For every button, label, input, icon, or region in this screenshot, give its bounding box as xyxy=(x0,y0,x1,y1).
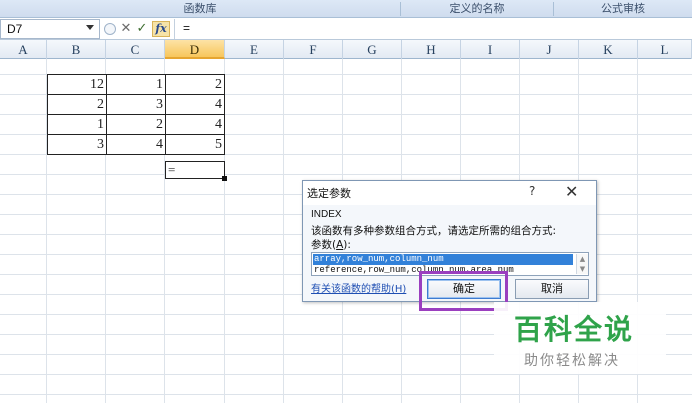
help-icon[interactable]: ? xyxy=(529,184,535,198)
ribbon-group-defined-names: 定义的名称 xyxy=(449,2,505,15)
name-box[interactable]: D7 xyxy=(0,19,100,39)
table-cell[interactable]: 12 xyxy=(47,74,107,95)
ribbon-group-function-library: 函数库 xyxy=(183,2,217,15)
watermark: 百科全说 助你轻松解决 xyxy=(494,302,666,374)
arguments-label-suffix: ): xyxy=(343,239,351,251)
column-headers: A B C D E F G H I J K L xyxy=(0,40,692,59)
data-table: 12 1 2 2 3 4 1 2 4 3 4 5 xyxy=(47,74,225,155)
listbox-scrollbar[interactable]: ▲ ▼ xyxy=(576,254,588,274)
table-row: 2 3 4 xyxy=(47,94,225,115)
formula-input[interactable]: = xyxy=(174,19,692,39)
table-row: 12 1 2 xyxy=(47,74,225,95)
ribbon-group-strip: 函数库 定义的名称 公式审核 xyxy=(0,0,692,18)
column-header-k[interactable]: K xyxy=(579,40,638,59)
column-header-h[interactable]: H xyxy=(402,40,461,59)
table-cell[interactable]: 4 xyxy=(106,134,166,155)
table-cell[interactable]: 3 xyxy=(106,94,166,115)
table-cell[interactable]: 4 xyxy=(165,114,225,135)
grid-line xyxy=(0,374,692,375)
table-cell[interactable]: 1 xyxy=(47,114,107,135)
scroll-up-icon[interactable]: ▲ xyxy=(577,254,588,264)
grid-line xyxy=(0,394,692,395)
watermark-title: 百科全说 xyxy=(514,313,635,346)
enter-entry-button[interactable]: ✓ xyxy=(134,21,150,37)
column-header-d[interactable]: D xyxy=(165,40,225,59)
dialog-title-bar[interactable]: 选定参数 ? ✕ xyxy=(303,181,596,205)
cancel-entry-button[interactable]: ✕ xyxy=(118,21,134,37)
insert-function-button[interactable]: fx xyxy=(152,21,170,37)
table-cell[interactable]: 1 xyxy=(106,74,166,95)
arguments-label-prefix: 参数( xyxy=(311,239,337,251)
grid-line xyxy=(0,174,692,175)
table-cell[interactable]: 2 xyxy=(165,74,225,95)
table-cell[interactable]: 3 xyxy=(47,134,107,155)
column-header-l[interactable]: L xyxy=(638,40,692,59)
table-cell[interactable]: 4 xyxy=(165,94,225,115)
column-header-j[interactable]: J xyxy=(520,40,579,59)
scroll-down-icon[interactable]: ▼ xyxy=(577,264,588,274)
formula-bar: D7 ✕ ✓ fx = xyxy=(0,18,692,40)
formula-bar-resize-icon[interactable] xyxy=(104,23,116,35)
arguments-label: 参数(A): xyxy=(311,237,351,252)
fill-handle[interactable] xyxy=(222,176,227,181)
column-header-a[interactable]: A xyxy=(0,40,47,59)
active-cell[interactable]: = xyxy=(165,161,225,179)
column-header-b[interactable]: B xyxy=(47,40,106,59)
table-row: 1 2 4 xyxy=(47,114,225,135)
column-header-f[interactable]: F xyxy=(284,40,343,59)
column-header-g[interactable]: G xyxy=(343,40,402,59)
chevron-down-icon[interactable] xyxy=(86,25,94,30)
function-name: INDEX xyxy=(311,209,342,220)
table-cell[interactable]: 2 xyxy=(47,94,107,115)
argument-option-array[interactable]: array,row_num,column_num xyxy=(313,254,573,265)
grid-line xyxy=(283,59,284,403)
table-row: 3 4 5 xyxy=(47,134,225,155)
close-icon[interactable]: ✕ xyxy=(565,182,578,201)
column-header-i[interactable]: I xyxy=(461,40,520,59)
column-header-c[interactable]: C xyxy=(106,40,165,59)
table-cell[interactable]: 5 xyxy=(165,134,225,155)
table-cell[interactable]: 2 xyxy=(106,114,166,135)
function-help-link[interactable]: 有关该函数的帮助(H) xyxy=(311,280,406,295)
column-header-e[interactable]: E xyxy=(225,40,284,59)
cancel-button[interactable]: 取消 xyxy=(515,279,589,299)
ribbon-group-formula-auditing: 公式审核 xyxy=(601,2,645,15)
dialog-description: 该函数有多种参数组合方式，请选定所需的组合方式: xyxy=(311,225,557,237)
dialog-title: 选定参数 xyxy=(307,187,351,200)
watermark-subtitle: 助你轻松解决 xyxy=(524,353,620,369)
